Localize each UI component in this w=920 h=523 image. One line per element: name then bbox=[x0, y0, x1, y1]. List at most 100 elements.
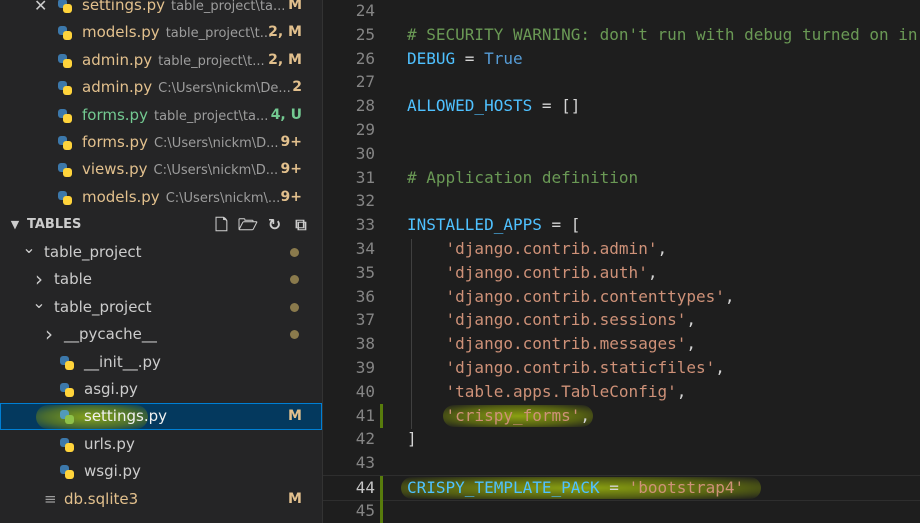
code-line: 45 bbox=[323, 498, 920, 523]
open-editor-item[interactable]: models.py C:\Users\nickm\... 9+ bbox=[0, 184, 322, 211]
python-file-icon bbox=[58, 108, 72, 123]
open-editor-name: forms.py C:\Users\nickm\D... bbox=[82, 129, 279, 157]
tree-folder-item[interactable]: ⌄ table_project bbox=[0, 238, 322, 266]
tree-file-item[interactable]: asgi.py bbox=[0, 376, 322, 403]
tree-item-label: urls.py bbox=[84, 434, 135, 453]
git-status-badge: 9+ bbox=[280, 161, 302, 178]
new-folder-icon[interactable]: 🗁 bbox=[237, 211, 259, 238]
git-status-badge: M bbox=[288, 490, 302, 507]
code-token: 'django.contrib.admin' bbox=[445, 239, 658, 258]
tree-folder-item[interactable]: › __pycache__ bbox=[0, 321, 322, 348]
tree-item-label: table bbox=[54, 270, 92, 289]
new-file-icon[interactable]: 🗋 bbox=[210, 211, 232, 238]
code-line: 44 CRISPY_TEMPLATE_PACK = 'bootstrap4' bbox=[323, 475, 920, 501]
open-editor-name: models.py table_project\t... bbox=[82, 19, 272, 47]
refresh-icon[interactable]: ↻ bbox=[263, 211, 285, 238]
close-icon[interactable]: ✕ bbox=[34, 0, 47, 19]
git-change-marker bbox=[380, 403, 383, 428]
tree-file-item[interactable]: urls.py bbox=[0, 431, 322, 458]
open-editor-item[interactable]: views.py C:\Users\nickm\D... 9+ bbox=[0, 156, 322, 183]
open-editor-name: admin.py C:\Users\nickm\De... bbox=[82, 74, 291, 102]
code-token: , bbox=[715, 358, 725, 377]
code-line: 31 # Application definition bbox=[323, 166, 920, 190]
code-token: , bbox=[676, 381, 687, 401]
line-code: # SECURITY WARNING: don't run with debug… bbox=[407, 23, 918, 47]
python-file-icon bbox=[58, 26, 72, 41]
file-path: C:\Users\nickm\... bbox=[165, 190, 281, 206]
python-file-icon bbox=[60, 465, 74, 480]
open-editor-item[interactable]: admin.py C:\Users\nickm\De... 2 bbox=[0, 74, 322, 101]
code-token: , bbox=[657, 239, 668, 258]
line-number: 41 bbox=[355, 405, 375, 425]
line-number: 29 bbox=[355, 120, 375, 139]
tables-section-header[interactable]: ▼ TABLES 🗋 🗁 ↻ ⧉ bbox=[0, 211, 322, 238]
code-editor[interactable]: 24 25 # SECURITY WARNING: don't run with d… bbox=[323, 0, 920, 523]
line-number: 38 bbox=[355, 334, 375, 354]
file-name: admin.py bbox=[82, 78, 153, 97]
line-code: INSTALLED_APPS = [ bbox=[407, 213, 580, 237]
tree-folder-item[interactable]: ⌄ table_project bbox=[0, 293, 322, 321]
open-editor-name: views.py C:\Users\nickm\D... bbox=[82, 156, 278, 184]
tree-folder-item[interactable]: › table bbox=[0, 266, 322, 293]
code-line: 33 INSTALLED_APPS = [ bbox=[323, 213, 920, 237]
python-file-icon bbox=[58, 81, 72, 96]
tree-item-label: db.sqlite3 bbox=[64, 489, 139, 508]
line-number: 32 bbox=[355, 191, 375, 211]
code-token: 'django.contrib.contenttypes' bbox=[445, 286, 725, 306]
open-editor-item[interactable]: forms.py C:\Users\nickm\D... 9+ bbox=[0, 129, 322, 156]
line-number: 44 bbox=[355, 478, 375, 497]
file-path: C:\Users\nickm\De... bbox=[158, 81, 291, 97]
git-status-badge: 9+ bbox=[280, 188, 302, 205]
git-status-badge: 9+ bbox=[280, 134, 302, 150]
line-number: 34 bbox=[355, 239, 375, 258]
code-line: 26 DEBUG = True bbox=[323, 47, 920, 71]
open-editor-item[interactable]: forms.py table_project\ta... 4, U bbox=[0, 102, 322, 129]
line-number: 35 bbox=[355, 262, 375, 282]
code-line: 36 'django.contrib.contenttypes', bbox=[323, 285, 920, 309]
code-token: CRISPY_TEMPLATE_PACK bbox=[407, 478, 600, 497]
code-line: 29 bbox=[323, 118, 920, 142]
code-token: , bbox=[724, 286, 735, 306]
line-code: 'django.contrib.admin', bbox=[407, 237, 668, 261]
chevron-down-icon: ⌄ bbox=[22, 238, 36, 257]
code-token: INSTALLED_APPS bbox=[407, 215, 542, 235]
file-name: forms.py bbox=[82, 133, 148, 151]
line-number: 30 bbox=[355, 143, 375, 163]
line-code: 'table.apps.TableConfig', bbox=[407, 380, 687, 404]
code-token: True bbox=[484, 48, 523, 68]
open-editor-item[interactable]: models.py table_project\t... 2, M bbox=[0, 19, 322, 46]
code-line: 24 bbox=[323, 0, 920, 23]
python-file-icon bbox=[58, 53, 72, 68]
line-number: 42 bbox=[355, 429, 375, 449]
python-file-icon bbox=[58, 0, 72, 13]
tree-item-label: table_project bbox=[54, 297, 152, 316]
python-file-icon bbox=[60, 410, 74, 425]
chevron-down-icon: ⌄ bbox=[32, 292, 46, 312]
tree-file-item[interactable]: wsgi.py bbox=[0, 458, 322, 485]
tree-file-item[interactable]: ≡ db.sqlite3 M bbox=[0, 486, 322, 513]
code-line: 30 bbox=[323, 142, 920, 166]
python-file-icon bbox=[58, 163, 72, 178]
file-name: views.py bbox=[82, 160, 148, 179]
line-number: 27 bbox=[355, 72, 375, 92]
line-number: 45 bbox=[355, 500, 375, 520]
open-editor-item[interactable]: ✕ settings.py table_project\ta... M bbox=[0, 0, 322, 19]
collapse-all-icon[interactable]: ⧉ bbox=[290, 211, 312, 238]
tree-item-label: __init__.py bbox=[84, 352, 161, 371]
tree-file-item[interactable]: settings.py M bbox=[0, 403, 322, 431]
modified-dot bbox=[290, 330, 299, 340]
line-number: 37 bbox=[355, 310, 375, 330]
tree-file-item[interactable]: __init__.py bbox=[0, 349, 322, 376]
git-status-badge: 4, U bbox=[270, 106, 302, 123]
git-status-badge: 2, M bbox=[268, 24, 302, 41]
line-code: 'django.contrib.messages', bbox=[407, 332, 696, 356]
open-editor-name: forms.py table_project\ta... bbox=[82, 102, 268, 130]
line-number: 43 bbox=[355, 453, 375, 473]
line-number: 36 bbox=[355, 286, 375, 306]
open-editor-item[interactable]: admin.py table_project\t... 2, M bbox=[0, 47, 322, 74]
